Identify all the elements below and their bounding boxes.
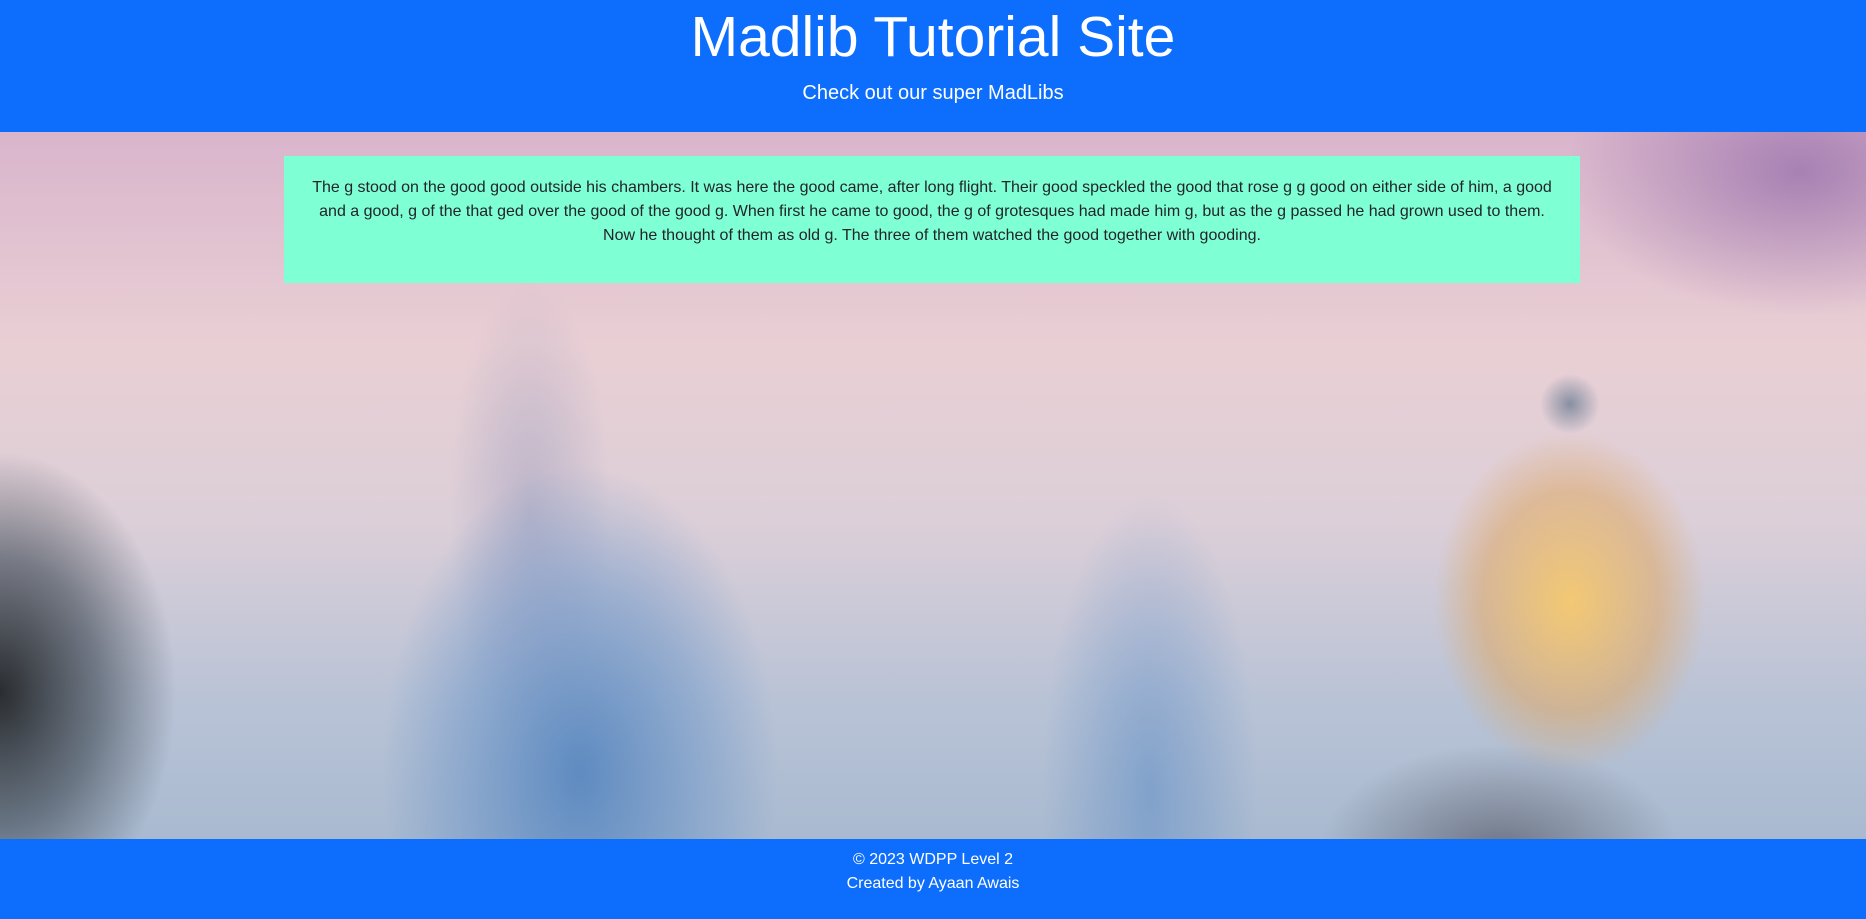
madlib-card: The g stood on the good good outside his… [284, 156, 1580, 283]
site-footer: © 2023 WDPP Level 2 Created by Ayaan Awa… [0, 839, 1866, 919]
site-header: Madlib Tutorial Site Check out our super… [0, 0, 1866, 132]
madlib-story: The g stood on the good good outside his… [312, 179, 1552, 244]
footer-credit: Created by Ayaan Awais [846, 875, 1020, 892]
site-title: Madlib Tutorial Site [690, 5, 1176, 69]
hero-background: The g stood on the good good outside his… [0, 132, 1866, 839]
footer-copyright: © 2023 WDPP Level 2 [852, 851, 1014, 868]
site-subtitle: Check out our super MadLibs [802, 82, 1064, 104]
